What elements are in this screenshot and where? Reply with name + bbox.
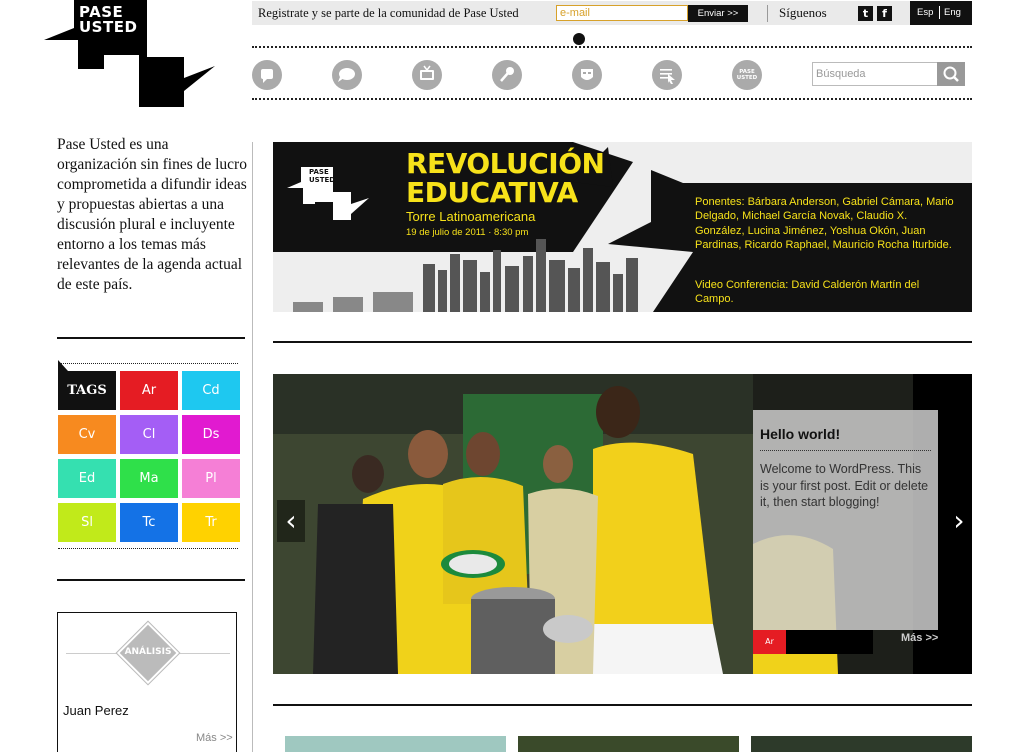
column-divider xyxy=(252,142,253,752)
tag-ar[interactable]: Ar xyxy=(120,371,178,410)
follow-label: Síguenos xyxy=(779,5,827,20)
slide-excerpt: Welcome to WordPress. This is your first… xyxy=(760,462,929,509)
slider-next-button[interactable]: › xyxy=(945,500,972,542)
analysis-more-link[interactable]: Más >> xyxy=(196,732,233,744)
tag-tr[interactable]: Tr xyxy=(182,503,240,542)
tag-ds[interactable]: Ds xyxy=(182,415,240,454)
pase-usted-icon-label: PASE USTED xyxy=(736,69,758,81)
send-button[interactable]: Enviar >> xyxy=(688,5,748,22)
logo-text: PASE USTED xyxy=(79,3,138,36)
mask-icon[interactable] xyxy=(572,60,602,90)
lang-es-link[interactable]: Esp xyxy=(917,7,933,18)
divider xyxy=(57,579,245,581)
tag-tc[interactable]: Tc xyxy=(120,503,178,542)
facebook-icon[interactable]: f xyxy=(877,6,892,21)
slide-caption: Hello world! Welcome to WordPress. This … xyxy=(753,410,938,630)
slide-tag[interactable]: Ar xyxy=(753,630,786,654)
banner-title: REVOLUCIÓN EDUCATIVA xyxy=(406,147,605,209)
divider xyxy=(57,337,245,339)
analysis-badge: ANÁLISIS xyxy=(115,620,181,686)
banner-speakers: Ponentes: Bárbara Anderson, Gabriel Cáma… xyxy=(695,196,954,252)
cursor-list-icon[interactable] xyxy=(652,60,682,90)
featured-slider[interactable]: ‹ › Hello world! Welcome to WordPress. T… xyxy=(273,374,972,674)
email-field[interactable] xyxy=(556,5,688,21)
tag-pl[interactable]: Pl xyxy=(182,459,240,498)
register-prompt: Registrate y se parte de la comunidad de… xyxy=(258,6,519,20)
divider xyxy=(273,341,972,343)
tag-cv[interactable]: Cv xyxy=(58,415,116,454)
divider xyxy=(252,98,972,100)
article-thumbnail[interactable] xyxy=(285,736,506,752)
pase-usted-icon[interactable]: PASE USTED xyxy=(732,60,762,90)
divider xyxy=(760,450,931,451)
twitter-icon[interactable]: t xyxy=(858,6,873,21)
banner-video-conference: Video Conferencia: David Calderón Martín… xyxy=(695,279,920,305)
speech-bubble-icon[interactable] xyxy=(252,60,282,90)
top-bar: Registrate y se parte de la comunidad de… xyxy=(252,1,972,25)
divider xyxy=(939,6,940,19)
tag-cd[interactable]: Cd xyxy=(182,371,240,410)
divider xyxy=(273,704,972,706)
slide-more-link[interactable]: Más >> xyxy=(901,632,938,644)
article-thumbnail[interactable] xyxy=(518,736,739,752)
tags-flag xyxy=(58,360,68,371)
divider xyxy=(252,46,972,48)
divider xyxy=(66,653,118,654)
microphone-icon[interactable] xyxy=(492,60,522,90)
pase-usted-logo[interactable]: PASE USTED xyxy=(44,0,219,108)
slider-indicator-dot[interactable] xyxy=(573,33,585,45)
organization-intro: Pase Usted es una organización sin fines… xyxy=(57,136,247,293)
tags-label: TAGS xyxy=(58,371,116,410)
search-input[interactable] xyxy=(812,62,938,86)
banner-date: 19 de julio de 2011 · 8:30 pm xyxy=(406,227,529,238)
slider-prev-button[interactable]: ‹ xyxy=(277,500,305,542)
tv-icon[interactable] xyxy=(412,60,442,90)
tag-sl[interactable]: Sl xyxy=(58,503,116,542)
tag-ma[interactable]: Ma xyxy=(120,459,178,498)
lang-en-link[interactable]: Eng xyxy=(944,7,961,18)
language-switcher: Esp Eng xyxy=(910,1,972,25)
divider xyxy=(178,653,230,654)
tag-cl[interactable]: Cl xyxy=(120,415,178,454)
analysis-author[interactable]: Juan Perez xyxy=(63,703,129,718)
analysis-card[interactable]: ANÁLISIS Juan Perez Más >> xyxy=(57,612,237,752)
banner-venue: Torre Latinoamericana xyxy=(406,209,536,224)
divider xyxy=(58,363,238,364)
chat-bubble-icon[interactable] xyxy=(332,60,362,90)
divider xyxy=(58,548,238,549)
banner-logo-text: PASE USTED xyxy=(309,168,336,184)
slide-title[interactable]: Hello world! xyxy=(760,426,840,442)
article-thumbnail[interactable] xyxy=(751,736,972,752)
search-button[interactable] xyxy=(937,62,965,86)
search-icon xyxy=(943,66,959,82)
divider xyxy=(767,5,768,22)
tag-ed[interactable]: Ed xyxy=(58,459,116,498)
event-banner[interactable]: PASE USTED REVOLUCIÓN EDUCATIVA Torre La… xyxy=(273,142,972,312)
analysis-badge-label: ANÁLISIS xyxy=(124,647,172,657)
